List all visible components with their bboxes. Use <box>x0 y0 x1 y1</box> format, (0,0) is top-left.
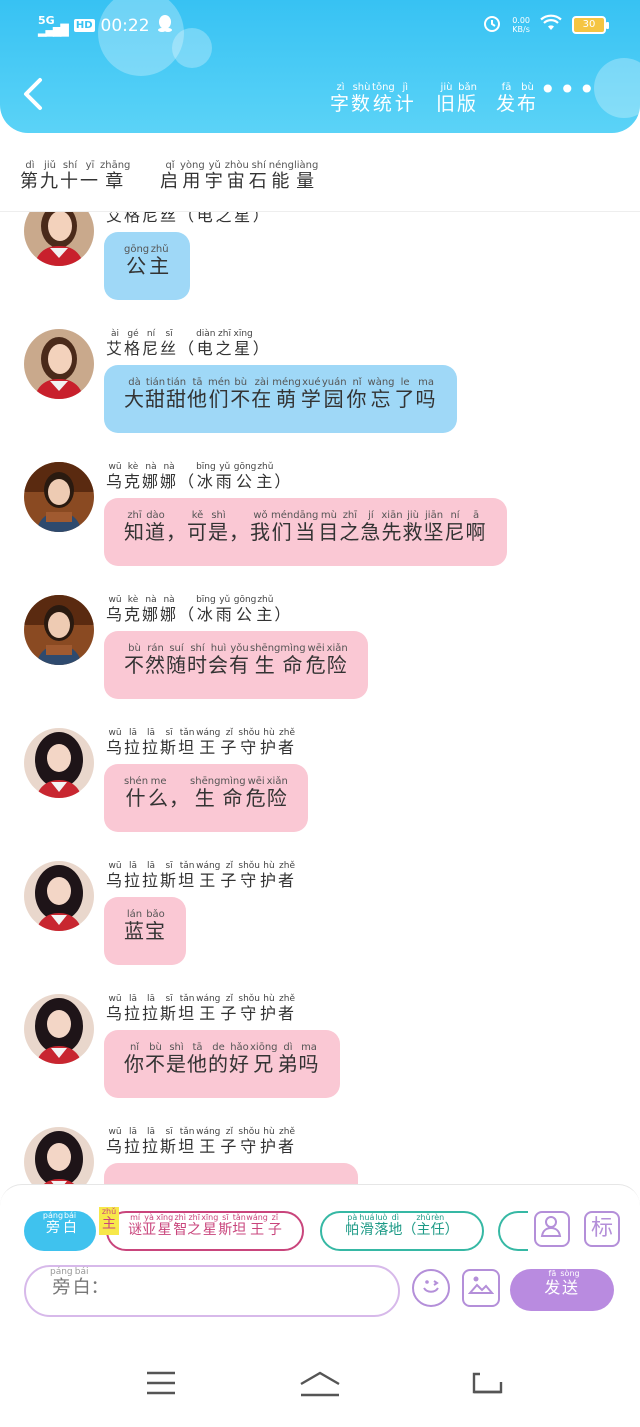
publish-button[interactable]: 发fā布bù <box>496 82 538 116</box>
chapter-bar[interactable]: 第dì九jiǔ十shí一yī章zhāng 启qǐ用yòng宇yǔ宙zhòu石sh… <box>0 138 640 212</box>
chapter-title: 第dì九jiǔ十shí一yī章zhāng 启qǐ用yòng宇yǔ宙zhòu石sh… <box>20 160 318 193</box>
character-chip-2[interactable]: 帕pà滑huá落luò地dì（ 主zhǔ任rèn） <box>320 1211 484 1251</box>
signal-icon: 5G ▂▄▆█ <box>38 13 69 37</box>
system-nav-bar <box>0 1320 640 1427</box>
chat-message[interactable]: 乌wū克kè娜nà娜nà（ 冰bīng雨yǔ公gōng主zhǔ） 不bù然rán… <box>0 483 640 699</box>
hd-icon: HD <box>73 19 95 32</box>
message-input[interactable]: 旁páng白bái： <box>24 1265 400 1317</box>
status-bar: 5G ▂▄▆█ HD 00:22 0.00 KB/s 30 <box>0 0 640 50</box>
alarm-icon <box>482 13 502 36</box>
net-speed: 0.00 KB/s <box>512 15 530 34</box>
message-bubble[interactable] <box>104 1163 358 1184</box>
mark-icon[interactable]: 标 <box>584 1211 620 1247</box>
narrator-chip[interactable]: 旁páng白bái <box>24 1211 96 1251</box>
app-header: 5G ▂▄▆█ HD 00:22 0.00 KB/s 30 字zì数shù统tǒng… <box>0 0 640 133</box>
chapter-name: 启qǐ用yòng宇yǔ宙zhòu石shí能néng量liàng <box>160 160 319 192</box>
image-icon[interactable] <box>462 1269 500 1307</box>
main-role-badge: 主zhǔ <box>99 1207 119 1235</box>
send-button[interactable]: 发fā送sòng <box>510 1269 614 1311</box>
chapter-number: 第dì九jiǔ十shí一yī章zhāng <box>20 160 131 192</box>
chat-message[interactable]: 乌wū拉lā拉lā斯sī坦tǎn王wáng子zǐ守shǒu护hù者zhě 你nǐ不… <box>0 882 640 1098</box>
back-nav-icon[interactable] <box>470 1370 504 1400</box>
wifi-icon <box>540 14 562 35</box>
avatar[interactable] <box>24 1127 94 1184</box>
role-toolbar: 旁páng白bái 谜mí亚yà星xīng智zhì之zhī星xīng斯sī坦tǎ… <box>0 1184 640 1320</box>
chat-message[interactable]: 艾ài格gé尼ní丝sī（ 电diàn之zhī星xīng） 大dà甜tián甜t… <box>0 217 640 433</box>
status-time: 00:22 <box>100 15 150 36</box>
character-chip-1[interactable]: 谜mí亚yà星xīng智zhì之zhī星xīng斯sī坦tǎn王wáng子zǐ <box>106 1211 304 1251</box>
speaker-name: 乌wū拉lā拉lā斯sī坦tǎn王wáng子zǐ守shǒu护hù者zhě <box>106 1127 297 1156</box>
word-count-button[interactable]: 字zì数shù统tǒng计jì <box>330 82 416 116</box>
chat-message[interactable]: 乌wū拉lā拉lā斯sī坦tǎn王wáng子zǐ守shǒu护hù者zhě <box>0 1015 640 1184</box>
qq-icon <box>156 13 174 38</box>
chat-message[interactable]: 乌wū拉lā拉lā斯sī坦tǎn王wáng子zǐ守shǒu护hù者zhě 什shé… <box>0 616 640 832</box>
chat-message[interactable]: 乌wū克kè娜nà娜nà（ 冰bīng雨yǔ公gōng主zhǔ） 知zhī道dà… <box>0 350 640 566</box>
back-button[interactable] <box>20 76 52 116</box>
more-icon[interactable]: ••• <box>539 76 598 104</box>
chat-message[interactable]: 乌wū拉lā拉lā斯sī坦tǎn王wáng子zǐ守shǒu护hù者zhě 蓝lán… <box>0 749 640 965</box>
character-chip-3[interactable] <box>498 1211 528 1251</box>
battery-icon: 30 <box>572 15 609 34</box>
home-icon[interactable] <box>298 1370 342 1402</box>
menu-icon[interactable] <box>145 1370 177 1400</box>
emoji-icon[interactable] <box>412 1269 450 1307</box>
add-role-icon[interactable] <box>534 1211 570 1247</box>
nav-bar: 字zì数shù统tǒng计jì 旧jiù版bǎn 发fā布bù ••• <box>0 72 640 122</box>
chat-list[interactable]: 艾ài格gé尼ní丝sī（ 电diàn之zhī星xīng） 公gōng主zhǔ艾… <box>0 212 640 1184</box>
old-version-button[interactable]: 旧jiù版bǎn <box>436 82 478 116</box>
